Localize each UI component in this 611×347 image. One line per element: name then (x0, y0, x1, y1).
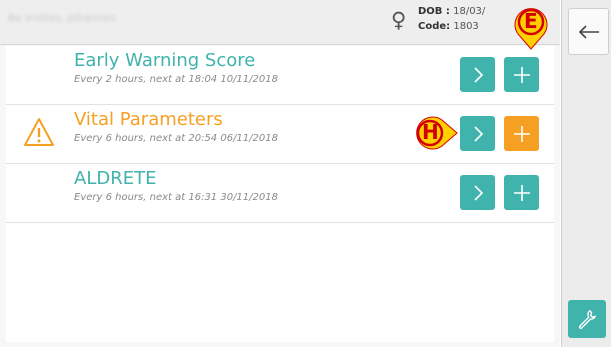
plus-icon (513, 184, 530, 201)
main-panel: Ba Vrolias, Johannes ♀ DOB : 18/03/ Code… (0, 0, 560, 347)
list-item[interactable]: Vital Parameters Every 6 hours, next at … (6, 105, 554, 164)
patient-name: Ba Vrolias, Johannes (8, 13, 116, 24)
wrench-icon (578, 310, 596, 329)
protocol-schedule: Every 6 hours, next at 20:54 06/11/2018 (74, 133, 278, 144)
chevron-right-icon (473, 184, 483, 201)
back-button[interactable] (568, 8, 609, 55)
plus-icon (513, 66, 530, 83)
list-item[interactable]: ALDRETE Every 6 hours, next at 16:31 30/… (6, 164, 554, 223)
add-button[interactable] (504, 175, 539, 210)
chevron-right-icon (473, 125, 483, 142)
callout-marker-h-label: H (422, 120, 439, 144)
patient-header: Ba Vrolias, Johannes ♀ DOB : 18/03/ Code… (0, 0, 560, 45)
plus-icon (513, 125, 530, 142)
arrow-left-icon (578, 24, 599, 39)
open-button[interactable] (460, 57, 495, 92)
dob-label: DOB : (418, 6, 450, 17)
protocol-list: Early Warning Score Every 2 hours, next … (6, 46, 554, 342)
callout-marker-e-label: E (524, 9, 538, 33)
code-label: Code: (418, 21, 451, 32)
protocol-title: ALDRETE (74, 168, 157, 189)
warning-icon (24, 118, 54, 146)
open-button[interactable] (460, 116, 495, 151)
chevron-right-icon (473, 66, 483, 83)
code-value: 1803 (453, 21, 479, 32)
tools-button[interactable] (568, 300, 606, 338)
patient-info: DOB : 18/03/ Code: 1803 (418, 4, 485, 34)
list-item[interactable]: Early Warning Score Every 2 hours, next … (6, 46, 554, 105)
dob-value: 18/03/ (453, 6, 486, 17)
right-sidebar (561, 0, 611, 347)
add-button[interactable] (504, 57, 539, 92)
female-gender-icon: ♀ (391, 8, 407, 32)
open-button[interactable] (460, 175, 495, 210)
protocol-schedule: Every 2 hours, next at 18:04 10/11/2018 (74, 74, 278, 85)
add-button[interactable] (504, 116, 539, 151)
protocol-schedule: Every 6 hours, next at 16:31 30/11/2018 (74, 192, 278, 203)
protocol-title: Early Warning Score (74, 50, 256, 71)
protocol-title: Vital Parameters (74, 109, 223, 130)
